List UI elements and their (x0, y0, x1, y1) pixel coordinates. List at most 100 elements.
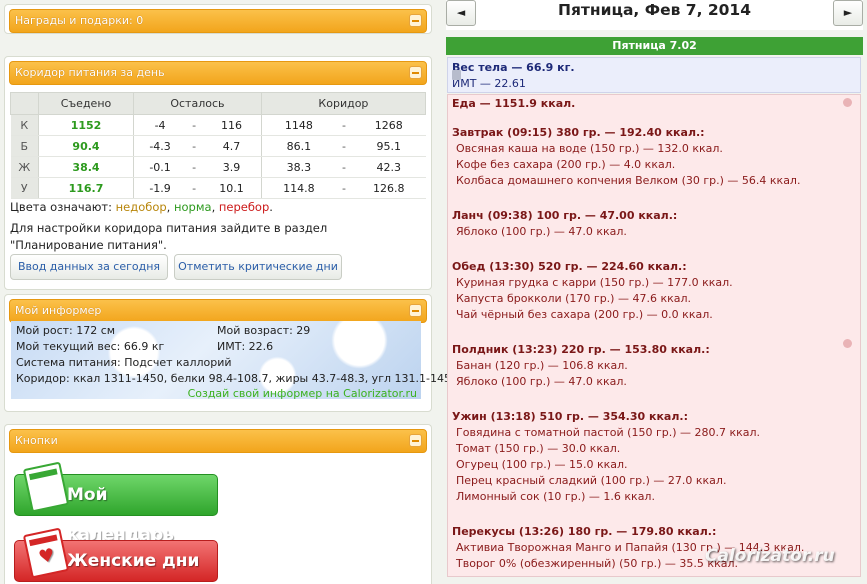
food-item[interactable]: Творог 0% (обезжиренный) (50 гр.) — 35.5… (456, 557, 738, 570)
food-item[interactable]: Огурец (100 гр.) — 15.0 ккал. (456, 458, 628, 471)
collapse-icon[interactable] (409, 434, 422, 447)
date-bar: Пятница 7.02 (446, 37, 863, 55)
buttons-title: Кнопки (15, 434, 58, 447)
day-title: Пятница, Фев 7, 2014 (557, 1, 751, 19)
corner-header (10, 92, 39, 115)
food-item[interactable]: Капуста брокколи (170 гр.) — 47.6 ккал. (456, 292, 691, 305)
awards-title: Награды и подарки: 0 (15, 14, 144, 27)
awards-widget: Награды и подарки: 0 (4, 4, 432, 34)
corridor-row: Б 90.4 -4.3-4.7 86.1-95.1 (10, 135, 426, 157)
eaten-value: 90.4 (38, 135, 134, 157)
informer-area[interactable]: Мой рост: 172 см Мой возраст: 29 Мой тек… (11, 321, 461, 400)
meal-header[interactable]: Полдник (13:23) 220 гр. — 153.80 ккал.: (452, 343, 710, 356)
left-max-value: 4.7 (202, 135, 262, 157)
eaten-value: 38.4 (38, 156, 134, 178)
meal-header[interactable]: Ужин (13:18) 510 гр. — 354.30 ккал.: (452, 410, 688, 423)
food-item[interactable]: Говядина с томатной пастой (150 гр.) — 2… (456, 426, 760, 439)
awards-header[interactable]: Награды и подарки: 0 (9, 9, 427, 33)
dash-sep: - (186, 135, 203, 157)
row-label: Ж (10, 156, 39, 178)
enter-today-button[interactable]: Ввод данных за сегодня (10, 254, 168, 280)
informer-title: Мой информер (15, 304, 102, 317)
collapse-icon[interactable] (409, 14, 422, 27)
eaten-value: 116.7 (38, 177, 134, 199)
corridor-hint: Для настройки коридора питания зайдите в… (10, 221, 328, 252)
informer-header[interactable]: Мой информер (9, 299, 427, 323)
weight-text: Мой текущий вес: 66.9 кг (16, 340, 165, 353)
food-item[interactable]: Куриная грудка с карри (150 гр.) — 177.0… (456, 276, 733, 289)
food-diary-box: Еда — 1151.9 ккал. Завтрак (09:15) 380 г… (447, 94, 861, 577)
corr-max-value: 1268 (351, 114, 426, 136)
food-item[interactable]: Банан (120 гр.) — 106.8 ккал. (456, 359, 628, 372)
meal-header[interactable]: Обед (13:30) 520 гр. — 224.60 ккал.: (452, 260, 687, 273)
body-bmi: ИМТ — 22.61 (452, 77, 526, 90)
corr-min-value: 114.8 (261, 177, 336, 199)
body-weight: Вес тела — 66.9 кг. (452, 61, 575, 74)
left-min-value: -4.3 (133, 135, 187, 157)
dash-sep: - (186, 156, 203, 178)
left-max-value: 116 (202, 114, 262, 136)
next-day-button[interactable]: ► (833, 0, 863, 26)
women-days-button[interactable]: ♥ Женские дни (14, 527, 218, 582)
corr-max-value: 95.1 (351, 135, 426, 157)
mark-critical-days-button[interactable]: Отметить критические дни (174, 254, 342, 280)
system-text: Система питания: Подсчет каллорий (16, 356, 232, 369)
edit-icon[interactable] (843, 98, 852, 107)
food-item[interactable]: Кофе без сахара (200 гр.) — 4.0 ккал. (456, 158, 675, 171)
food-item[interactable]: Яблоко (100 гр.) — 47.0 ккал. (456, 375, 627, 388)
eaten-header: Съедено (38, 92, 134, 115)
corridor-table: Съедено Осталось Коридор К 1152 -4-116 1148… (10, 92, 427, 199)
corridor-row: У 116.7 -1.9-10.1 114.8-126.8 (10, 177, 426, 199)
food-item[interactable]: Чай чёрный без сахара (200 гр.) — 0.0 кк… (456, 308, 713, 321)
edit-icon[interactable] (843, 339, 852, 348)
lock-icon[interactable] (452, 70, 461, 80)
food-item[interactable]: Перец красный сладкий (100 гр.) — 27.0 к… (456, 474, 726, 487)
left-max-value: 10.1 (202, 177, 262, 199)
create-informer-link[interactable]: Создай свой информер на Calorizator.ru (188, 387, 417, 400)
corr-max-value: 42.3 (351, 156, 426, 178)
corr-max-value: 126.8 (351, 177, 426, 199)
left-min-value: -4 (133, 114, 187, 136)
body-params-box: Вес тела — 66.9 кг. ИМТ — 22.61 (447, 57, 861, 93)
food-item[interactable]: Яблоко (100 гр.) — 47.0 ккал. (456, 225, 627, 238)
dash-sep: - (335, 135, 352, 157)
dash-sep: - (335, 114, 352, 136)
day-header: ◄ Пятница, Фев 7, 2014 ► (446, 0, 863, 30)
corridor-row: К 1152 -4-116 1148-1268 (10, 114, 426, 136)
corridor-title: Коридор питания за день (15, 66, 165, 79)
prev-day-button[interactable]: ◄ (446, 0, 476, 26)
row-label: Б (10, 135, 39, 157)
food-item[interactable]: Томат (150 гр.) — 30.0 ккал. (456, 442, 620, 455)
collapse-icon[interactable] (409, 304, 422, 317)
legend-under: недобор (115, 200, 167, 214)
dash-sep: - (186, 114, 203, 136)
left-max-value: 3.9 (202, 156, 262, 178)
dash-sep: - (335, 177, 352, 199)
corr-min-value: 1148 (261, 114, 336, 136)
dash-sep: - (186, 177, 203, 199)
my-calendar-button[interactable]: Мой календарь (14, 461, 218, 545)
watermark: Calorizator.ru (705, 546, 835, 566)
my-calendar-label: Мой календарь (67, 485, 174, 545)
meal-header[interactable]: Завтрак (09:15) 380 гр. — 192.40 ккал.: (452, 126, 705, 139)
row-label: У (10, 177, 39, 199)
eaten-value: 1152 (38, 114, 134, 136)
corridor-header[interactable]: Коридор питания за день (9, 61, 427, 85)
women-days-label: Женские дни (67, 551, 200, 571)
legend-over: перебор (218, 200, 270, 214)
height-text: Мой рост: 172 см (16, 324, 116, 337)
meal-header[interactable]: Ланч (09:38) 100 гр. — 47.00 ккал.: (452, 209, 677, 222)
food-item[interactable]: Лимонный сок (10 гр.) — 1.6 ккал. (456, 490, 655, 503)
collapse-icon[interactable] (409, 66, 422, 79)
legend-norm: норма (173, 200, 212, 214)
food-item[interactable]: Овсяная каша на воде (150 гр.) — 132.0 к… (456, 142, 723, 155)
age-text: Мой возраст: 29 (217, 324, 311, 337)
corridor-row: Ж 38.4 -0.1-3.9 38.3-42.3 (10, 156, 426, 178)
legend-prefix: Цвета означают: (10, 200, 116, 214)
buttons-header[interactable]: Кнопки (9, 429, 427, 453)
dash-sep: - (335, 156, 352, 178)
food-item[interactable]: Колбаса домашнего копчения Велком (30 гр… (456, 174, 800, 187)
meal-header[interactable]: Перекусы (13:26) 180 гр. — 179.80 ккал.: (452, 525, 716, 538)
bmi-text: ИМТ: 22.6 (217, 340, 274, 353)
informer-widget: Мой информер Мой рост: 172 см Мой возрас… (4, 294, 461, 412)
